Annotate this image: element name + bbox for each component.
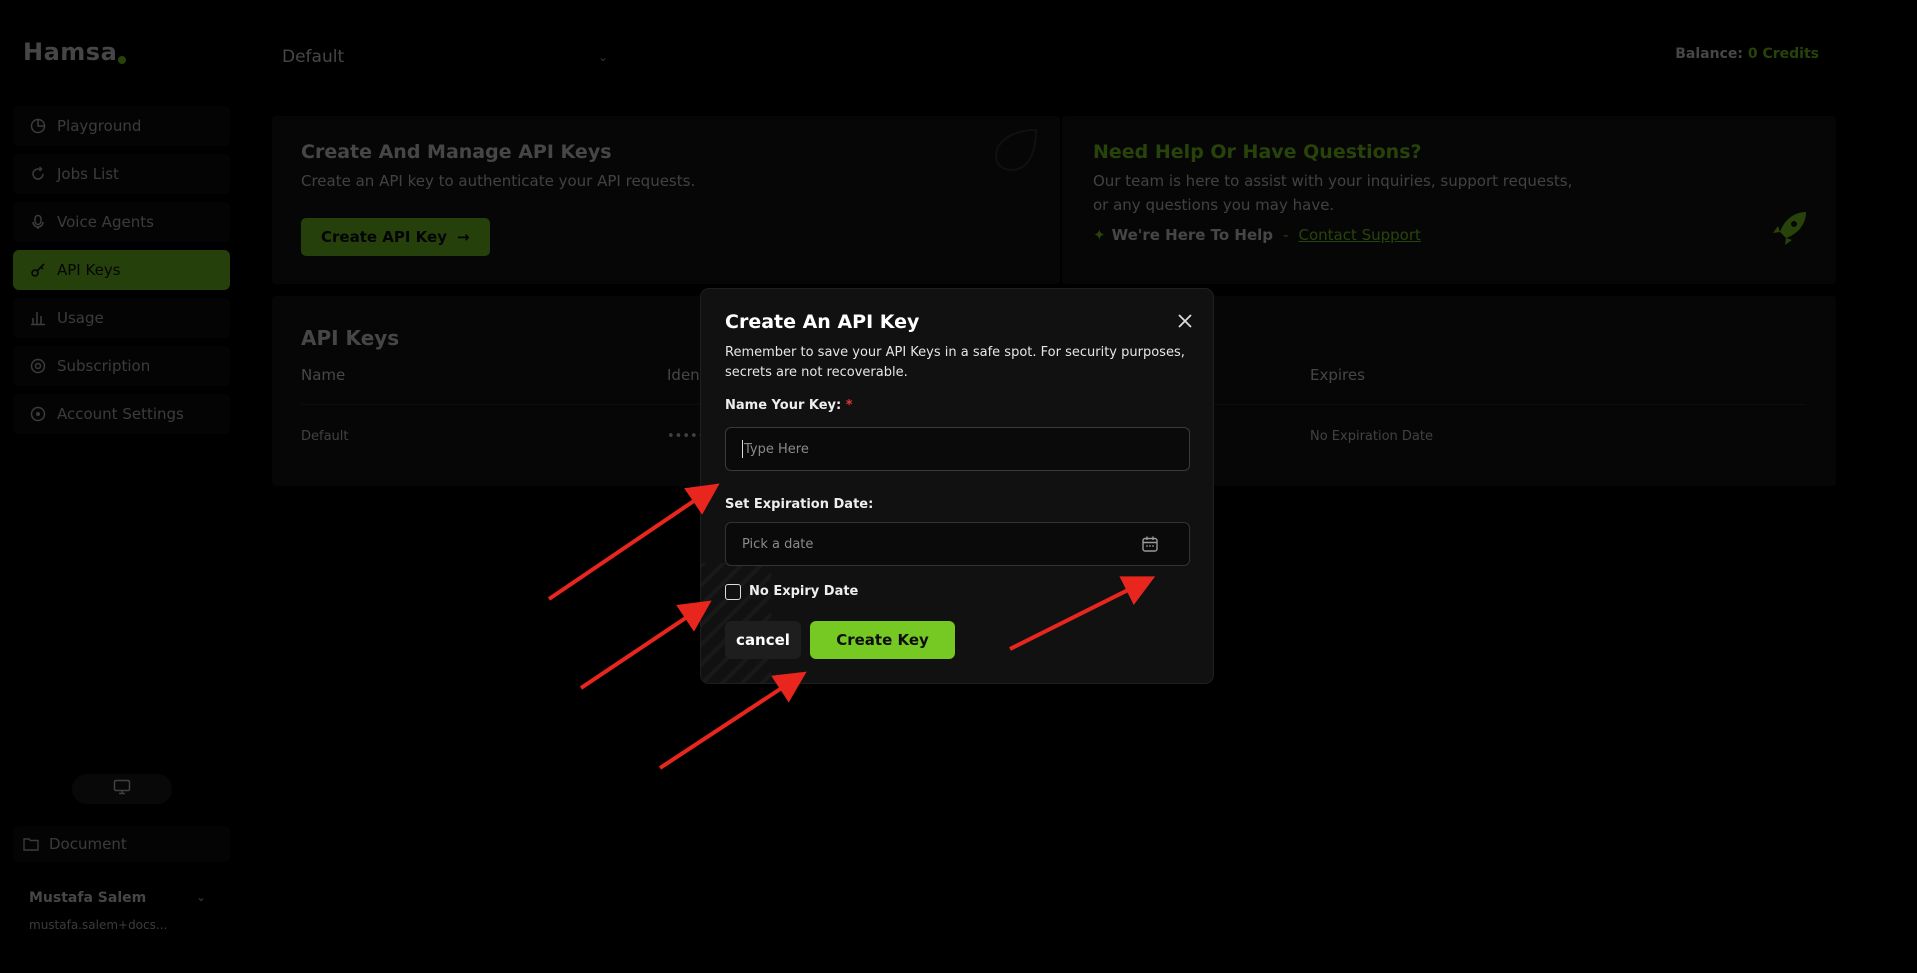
help-separator: - — [1283, 226, 1289, 244]
sidebar-item-jobs-list[interactable]: Jobs List — [13, 154, 230, 194]
contact-support-link[interactable]: Contact Support — [1298, 226, 1420, 244]
folder-icon — [23, 837, 39, 851]
sidebar-item-account-settings[interactable]: Account Settings — [13, 394, 230, 434]
sidebar-item-label: Subscription — [57, 357, 151, 375]
monitor-icon — [113, 779, 131, 799]
document-label: Document — [49, 835, 127, 853]
sidebar-item-api-keys[interactable]: API Keys — [13, 250, 230, 290]
sidebar-item-label: API Keys — [57, 261, 121, 279]
sidebar: Playground Jobs List Voice Agents API Ke… — [13, 106, 230, 442]
sidebar-item-usage[interactable]: Usage — [13, 298, 230, 338]
create-key-button[interactable]: Create Key — [810, 621, 955, 659]
cell-expires: No Expiration Date — [1310, 429, 1433, 444]
theme-toggle[interactable] — [72, 774, 172, 804]
calendar-icon[interactable] — [1141, 535, 1159, 557]
column-header-expires: Expires — [1310, 366, 1365, 384]
sidebar-item-label: Usage — [57, 309, 104, 327]
arrow-to-name-input — [547, 483, 720, 601]
modal-description: Remember to save your API Keys in a safe… — [725, 345, 1185, 380]
user-name: Mustafa Salem — [29, 890, 147, 906]
help-line-2: or any questions you may have. — [1093, 196, 1335, 214]
sidebar-item-playground[interactable]: Playground — [13, 106, 230, 146]
help-card: Need Help Or Have Questions? Our team is… — [1062, 116, 1836, 284]
brand-logo: Hamsa — [23, 38, 127, 66]
gear-icon — [29, 405, 47, 423]
document-link[interactable]: Document — [13, 826, 230, 862]
bar-chart-icon — [29, 309, 47, 327]
api-keys-title: API Keys — [301, 326, 400, 350]
help-text: We're Here To Help — [1111, 226, 1274, 244]
app-root: Hamsa Playground Jobs List Voice Agents … — [0, 0, 1917, 973]
brand-name: Hamsa — [23, 38, 118, 66]
chart-pie-icon — [29, 117, 47, 135]
refresh-icon — [29, 165, 47, 183]
arrow-to-create-button — [658, 671, 807, 770]
sidebar-item-label: Jobs List — [57, 165, 119, 183]
create-manage-title: Create And Manage API Keys — [301, 141, 612, 163]
subscription-icon — [29, 357, 47, 375]
expiration-date-picker[interactable]: Pick a date — [725, 522, 1190, 566]
sidebar-item-voice-agents[interactable]: Voice Agents — [13, 202, 230, 242]
create-api-key-label: Create API Key — [321, 228, 447, 246]
leaf-icon — [992, 126, 1040, 178]
required-mark: * — [845, 398, 853, 413]
project-select[interactable]: Default ⌄ — [270, 40, 620, 74]
expiration-date-label: Set Expiration Date: — [725, 497, 874, 512]
logo-dot — [118, 56, 127, 64]
balance-label: Balance: — [1675, 46, 1743, 62]
sidebar-item-label: Voice Agents — [57, 213, 154, 231]
column-header-name: Name — [301, 366, 346, 384]
name-key-label-text: Name Your Key: — [725, 398, 842, 413]
user-email: mustafa.salem+docs... — [29, 918, 168, 932]
create-api-key-button[interactable]: Create API Key → — [301, 218, 490, 256]
microphone-icon — [29, 213, 47, 231]
help-row: ✦ We're Here To Help - Contact Support — [1093, 226, 1421, 244]
no-expiry-checkbox[interactable] — [725, 584, 741, 600]
project-select-value: Default — [282, 47, 345, 67]
no-expiry-label[interactable]: No Expiry Date — [749, 584, 858, 599]
rocket-icon — [1768, 208, 1810, 254]
create-manage-card: Create And Manage API Keys Create an API… — [272, 116, 1060, 284]
create-manage-subtitle: Create an API key to authenticate your A… — [301, 172, 696, 190]
help-title: Need Help Or Have Questions? — [1093, 141, 1422, 163]
modal-title: Create An API Key — [725, 311, 920, 333]
help-line-1: Our team is here to assist with your inq… — [1093, 172, 1573, 190]
name-key-label: Name Your Key: * — [725, 398, 853, 413]
close-icon[interactable] — [1173, 309, 1197, 333]
key-name-placeholder: Type Here — [744, 441, 809, 457]
sparkle-icon: ✦ — [1093, 226, 1106, 244]
text-caret — [742, 440, 743, 458]
sidebar-item-subscription[interactable]: Subscription — [13, 346, 230, 386]
date-placeholder: Pick a date — [742, 536, 814, 552]
balance-indicator: Balance: 0 Credits — [1669, 42, 1825, 66]
create-api-key-modal: Create An API Key Remember to save your … — [701, 289, 1213, 683]
key-name-input[interactable]: Type Here — [725, 427, 1190, 471]
arrow-to-checkbox — [579, 600, 712, 690]
sidebar-item-label: Playground — [57, 117, 142, 135]
chevron-down-icon: ⌄ — [597, 50, 608, 64]
cell-name: Default — [301, 429, 349, 444]
balance-value: 0 Credits — [1747, 46, 1819, 62]
column-header-identifier: Ident — [667, 366, 706, 384]
sidebar-item-label: Account Settings — [57, 405, 184, 423]
arrow-right-icon: → — [456, 228, 470, 246]
chevron-down-icon[interactable]: ⌄ — [196, 890, 206, 904]
cancel-button[interactable]: cancel — [725, 621, 801, 659]
key-icon — [29, 261, 47, 279]
